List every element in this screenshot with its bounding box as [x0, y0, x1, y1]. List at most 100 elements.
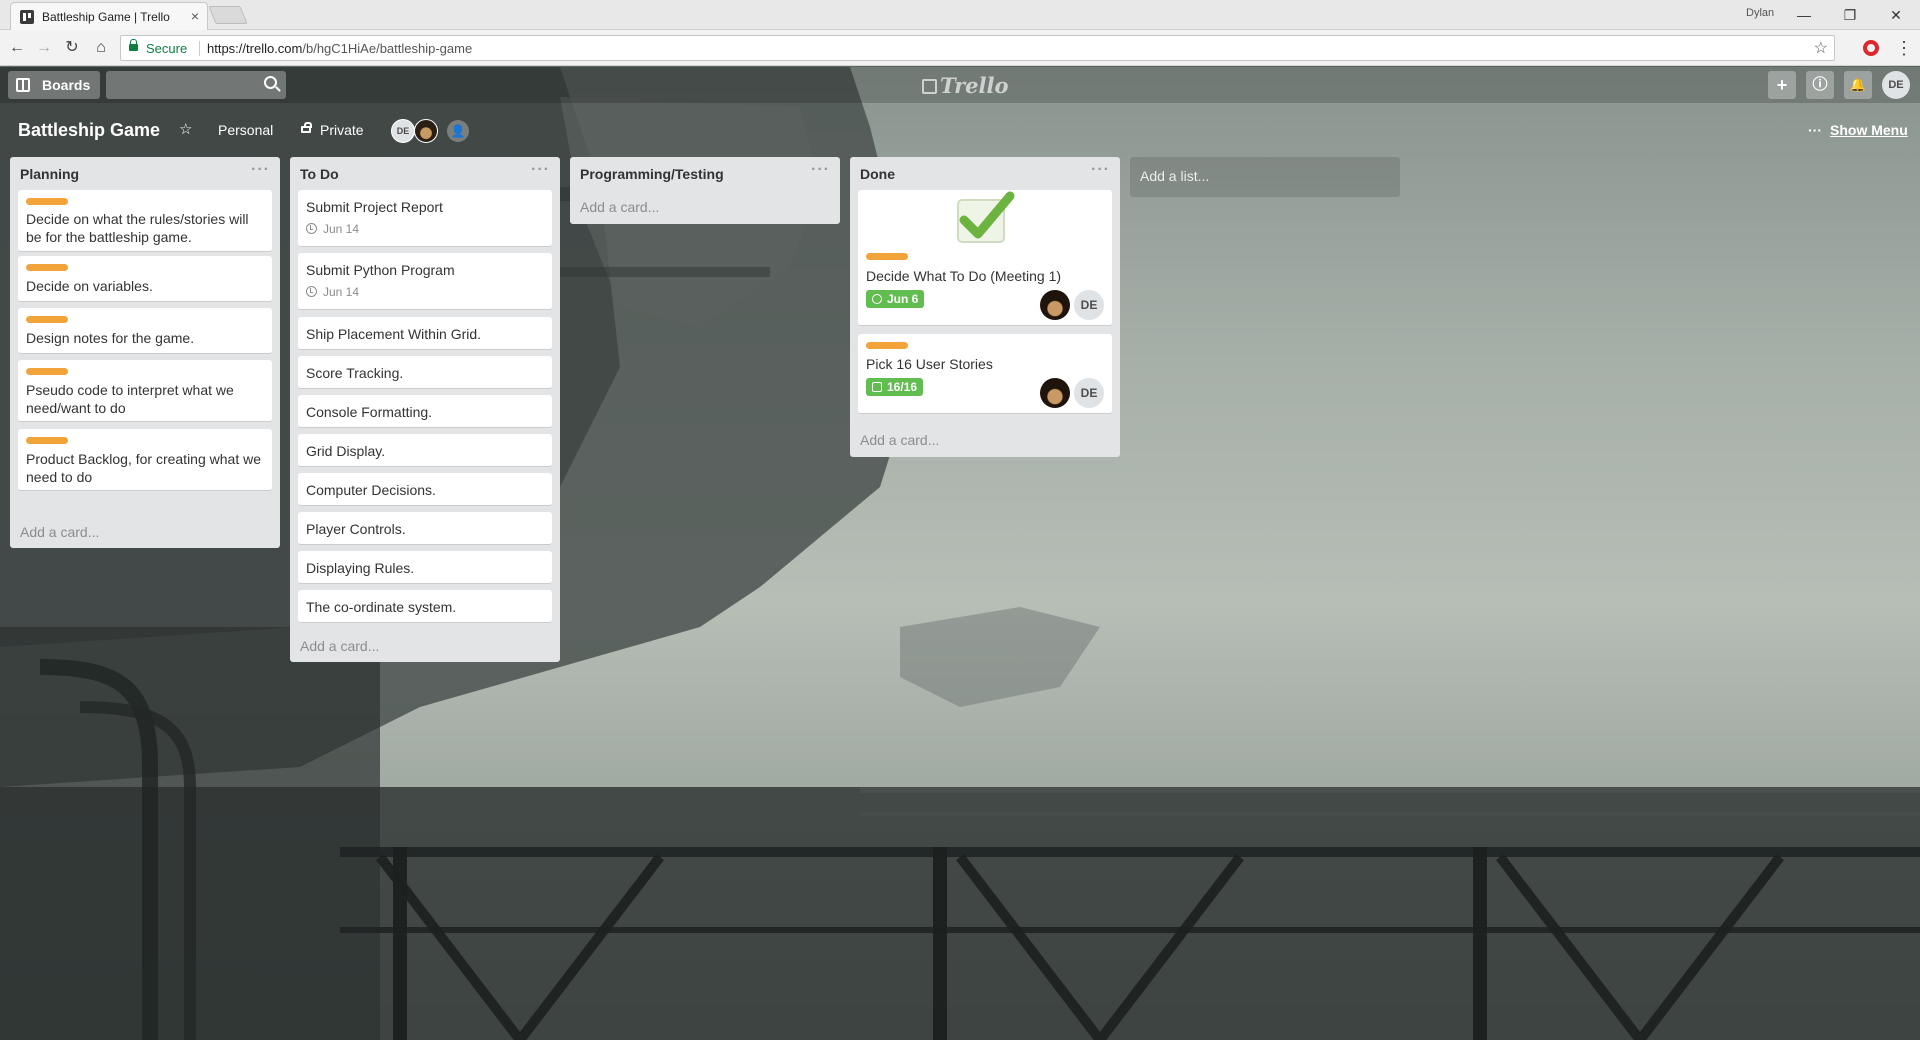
board-title[interactable]: Battleship Game	[18, 120, 160, 141]
due-date-badge: Jun 14	[306, 222, 359, 236]
search-icon[interactable]	[264, 76, 277, 89]
card[interactable]: Product Backlog, for creating what we ne…	[18, 429, 272, 491]
list-menu-icon[interactable]: ···	[811, 161, 830, 179]
add-card-button[interactable]: Add a card...	[20, 524, 99, 540]
board-visibility-button[interactable]: Private	[320, 122, 364, 138]
card-member-avatar-photo[interactable]	[1040, 290, 1070, 320]
checklist-icon	[872, 382, 882, 392]
back-button[interactable]: ←	[6, 37, 28, 59]
add-list-button[interactable]: Add a list...	[1130, 157, 1400, 197]
card[interactable]: Ship Placement Within Grid.	[298, 317, 552, 350]
card-label-orange[interactable]	[26, 437, 68, 444]
due-date-text: Jun 14	[323, 222, 360, 236]
card[interactable]: Computer Decisions.	[298, 473, 552, 506]
search-input[interactable]	[106, 71, 286, 99]
card[interactable]: Pseudo code to interpret what we need/wa…	[18, 360, 272, 422]
reload-button[interactable]: ↻	[61, 37, 83, 59]
tab-title: Battleship Game | Trello	[42, 10, 170, 24]
clock-icon	[306, 223, 317, 234]
boards-button[interactable]: Boards	[8, 71, 100, 99]
card-title: Computer Decisions.	[306, 482, 436, 498]
trello-logo-text: Trello	[940, 73, 1009, 98]
card-label-orange[interactable]	[26, 198, 68, 205]
card-title: Submit Project Report	[306, 199, 443, 215]
list-title[interactable]: To Do	[300, 166, 339, 182]
due-date-text: Jun 6	[887, 292, 919, 306]
card-title: The co-ordinate system.	[306, 599, 457, 615]
bookmark-star-icon[interactable]: ☆	[1814, 38, 1828, 58]
add-button[interactable]: +	[1768, 71, 1796, 99]
restore-button[interactable]: ❐	[1830, 4, 1870, 26]
card-label-orange[interactable]	[26, 264, 68, 271]
card[interactable]: Design notes for the game.	[18, 308, 272, 354]
boards-icon	[16, 78, 30, 92]
card[interactable]: Console Formatting.	[298, 395, 552, 428]
card[interactable]: Player Controls.	[298, 512, 552, 545]
board-team-button[interactable]: Personal	[218, 122, 273, 138]
due-date-text: Jun 14	[323, 285, 360, 299]
show-menu-button[interactable]: ··· Show Menu	[1808, 122, 1908, 138]
card[interactable]: Decide on variables.	[18, 256, 272, 302]
member-avatar[interactable]: DE	[391, 119, 415, 143]
add-card-button[interactable]: Add a card...	[860, 432, 939, 448]
clock-icon	[872, 294, 882, 304]
tab-close-icon[interactable]: ×	[191, 8, 199, 24]
info-icon[interactable]: ⓘ	[1806, 71, 1834, 99]
url-text[interactable]: https://trello.com/b/hgC1HiAe/battleship…	[207, 41, 472, 56]
card[interactable]: Submit Project Report Jun 14	[298, 190, 552, 247]
card-title: Design notes for the game.	[26, 330, 195, 346]
browser-profile[interactable]: Dylan	[1746, 7, 1774, 19]
lock-icon	[301, 122, 312, 133]
opera-icon[interactable]	[1863, 40, 1879, 56]
list-title[interactable]: Programming/Testing	[580, 166, 724, 182]
notifications-icon[interactable]: 🔔	[1844, 71, 1872, 99]
card[interactable]: Grid Display.	[298, 434, 552, 467]
user-avatar[interactable]: DE	[1882, 71, 1910, 99]
list-menu-icon[interactable]: ···	[251, 161, 270, 179]
card-title: Pseudo code to interpret what we need/wa…	[26, 382, 234, 416]
card[interactable]: Displaying Rules.	[298, 551, 552, 584]
close-window-button[interactable]: ✕	[1876, 4, 1916, 26]
card[interactable]: Decide What To Do (Meeting 1) Jun 6 DE	[858, 190, 1112, 326]
card-label-orange[interactable]	[26, 316, 68, 323]
checkmark-cover-icon	[957, 191, 1015, 243]
card-member-avatar[interactable]: DE	[1074, 378, 1104, 408]
browser-menu-icon[interactable]: ⋮	[1895, 36, 1913, 60]
list-menu-icon[interactable]: ···	[1091, 161, 1110, 179]
browser-tab[interactable]: Battleship Game | Trello ×	[10, 2, 208, 30]
trello-logo[interactable]: Trello	[922, 73, 1009, 98]
url-host: https://trello.com	[207, 41, 303, 56]
card[interactable]: Pick 16 User Stories 16/16 DE	[858, 334, 1112, 414]
card-label-orange[interactable]	[866, 253, 908, 260]
card[interactable]: Submit Python Program Jun 14	[298, 253, 552, 310]
omnibox-divider	[199, 41, 200, 56]
card-label-orange[interactable]	[866, 342, 908, 349]
checklist-badge: 16/16	[866, 378, 924, 396]
card-title: Product Backlog, for creating what we ne…	[26, 451, 262, 485]
card-member-avatar[interactable]: DE	[1074, 290, 1104, 320]
home-button[interactable]: ⌂	[90, 37, 112, 59]
list-menu-icon[interactable]: ···	[531, 161, 550, 179]
card[interactable]: The co-ordinate system.	[298, 590, 552, 623]
card-title: Pick 16 User Stories	[866, 356, 993, 372]
due-complete-badge[interactable]: Jun 6	[866, 290, 925, 308]
member-avatar-photo[interactable]	[414, 119, 438, 143]
add-member-icon[interactable]: 👤	[447, 120, 469, 142]
list-programming-testing: Programming/Testing ··· Add a card...	[570, 157, 840, 224]
card-title: Submit Python Program	[306, 262, 455, 278]
minimize-button[interactable]: —	[1784, 4, 1824, 26]
card-member-avatar-photo[interactable]	[1040, 378, 1070, 408]
card[interactable]: Score Tracking.	[298, 356, 552, 389]
list-title[interactable]: Planning	[20, 166, 79, 182]
card[interactable]: Decide on what the rules/stories will be…	[18, 190, 272, 252]
add-card-button[interactable]: Add a card...	[580, 199, 659, 215]
card-title: Ship Placement Within Grid.	[306, 326, 482, 342]
add-card-button[interactable]: Add a card...	[300, 638, 379, 654]
list-title[interactable]: Done	[860, 166, 895, 182]
address-bar[interactable]: Secure https://trello.com/b/hgC1HiAe/bat…	[120, 35, 1835, 61]
star-board-icon[interactable]: ☆	[179, 120, 192, 138]
forward-button[interactable]: →	[33, 37, 55, 59]
new-tab-button[interactable]	[208, 6, 248, 24]
card-label-orange[interactable]	[26, 368, 68, 375]
card-title: Displaying Rules.	[306, 560, 415, 576]
